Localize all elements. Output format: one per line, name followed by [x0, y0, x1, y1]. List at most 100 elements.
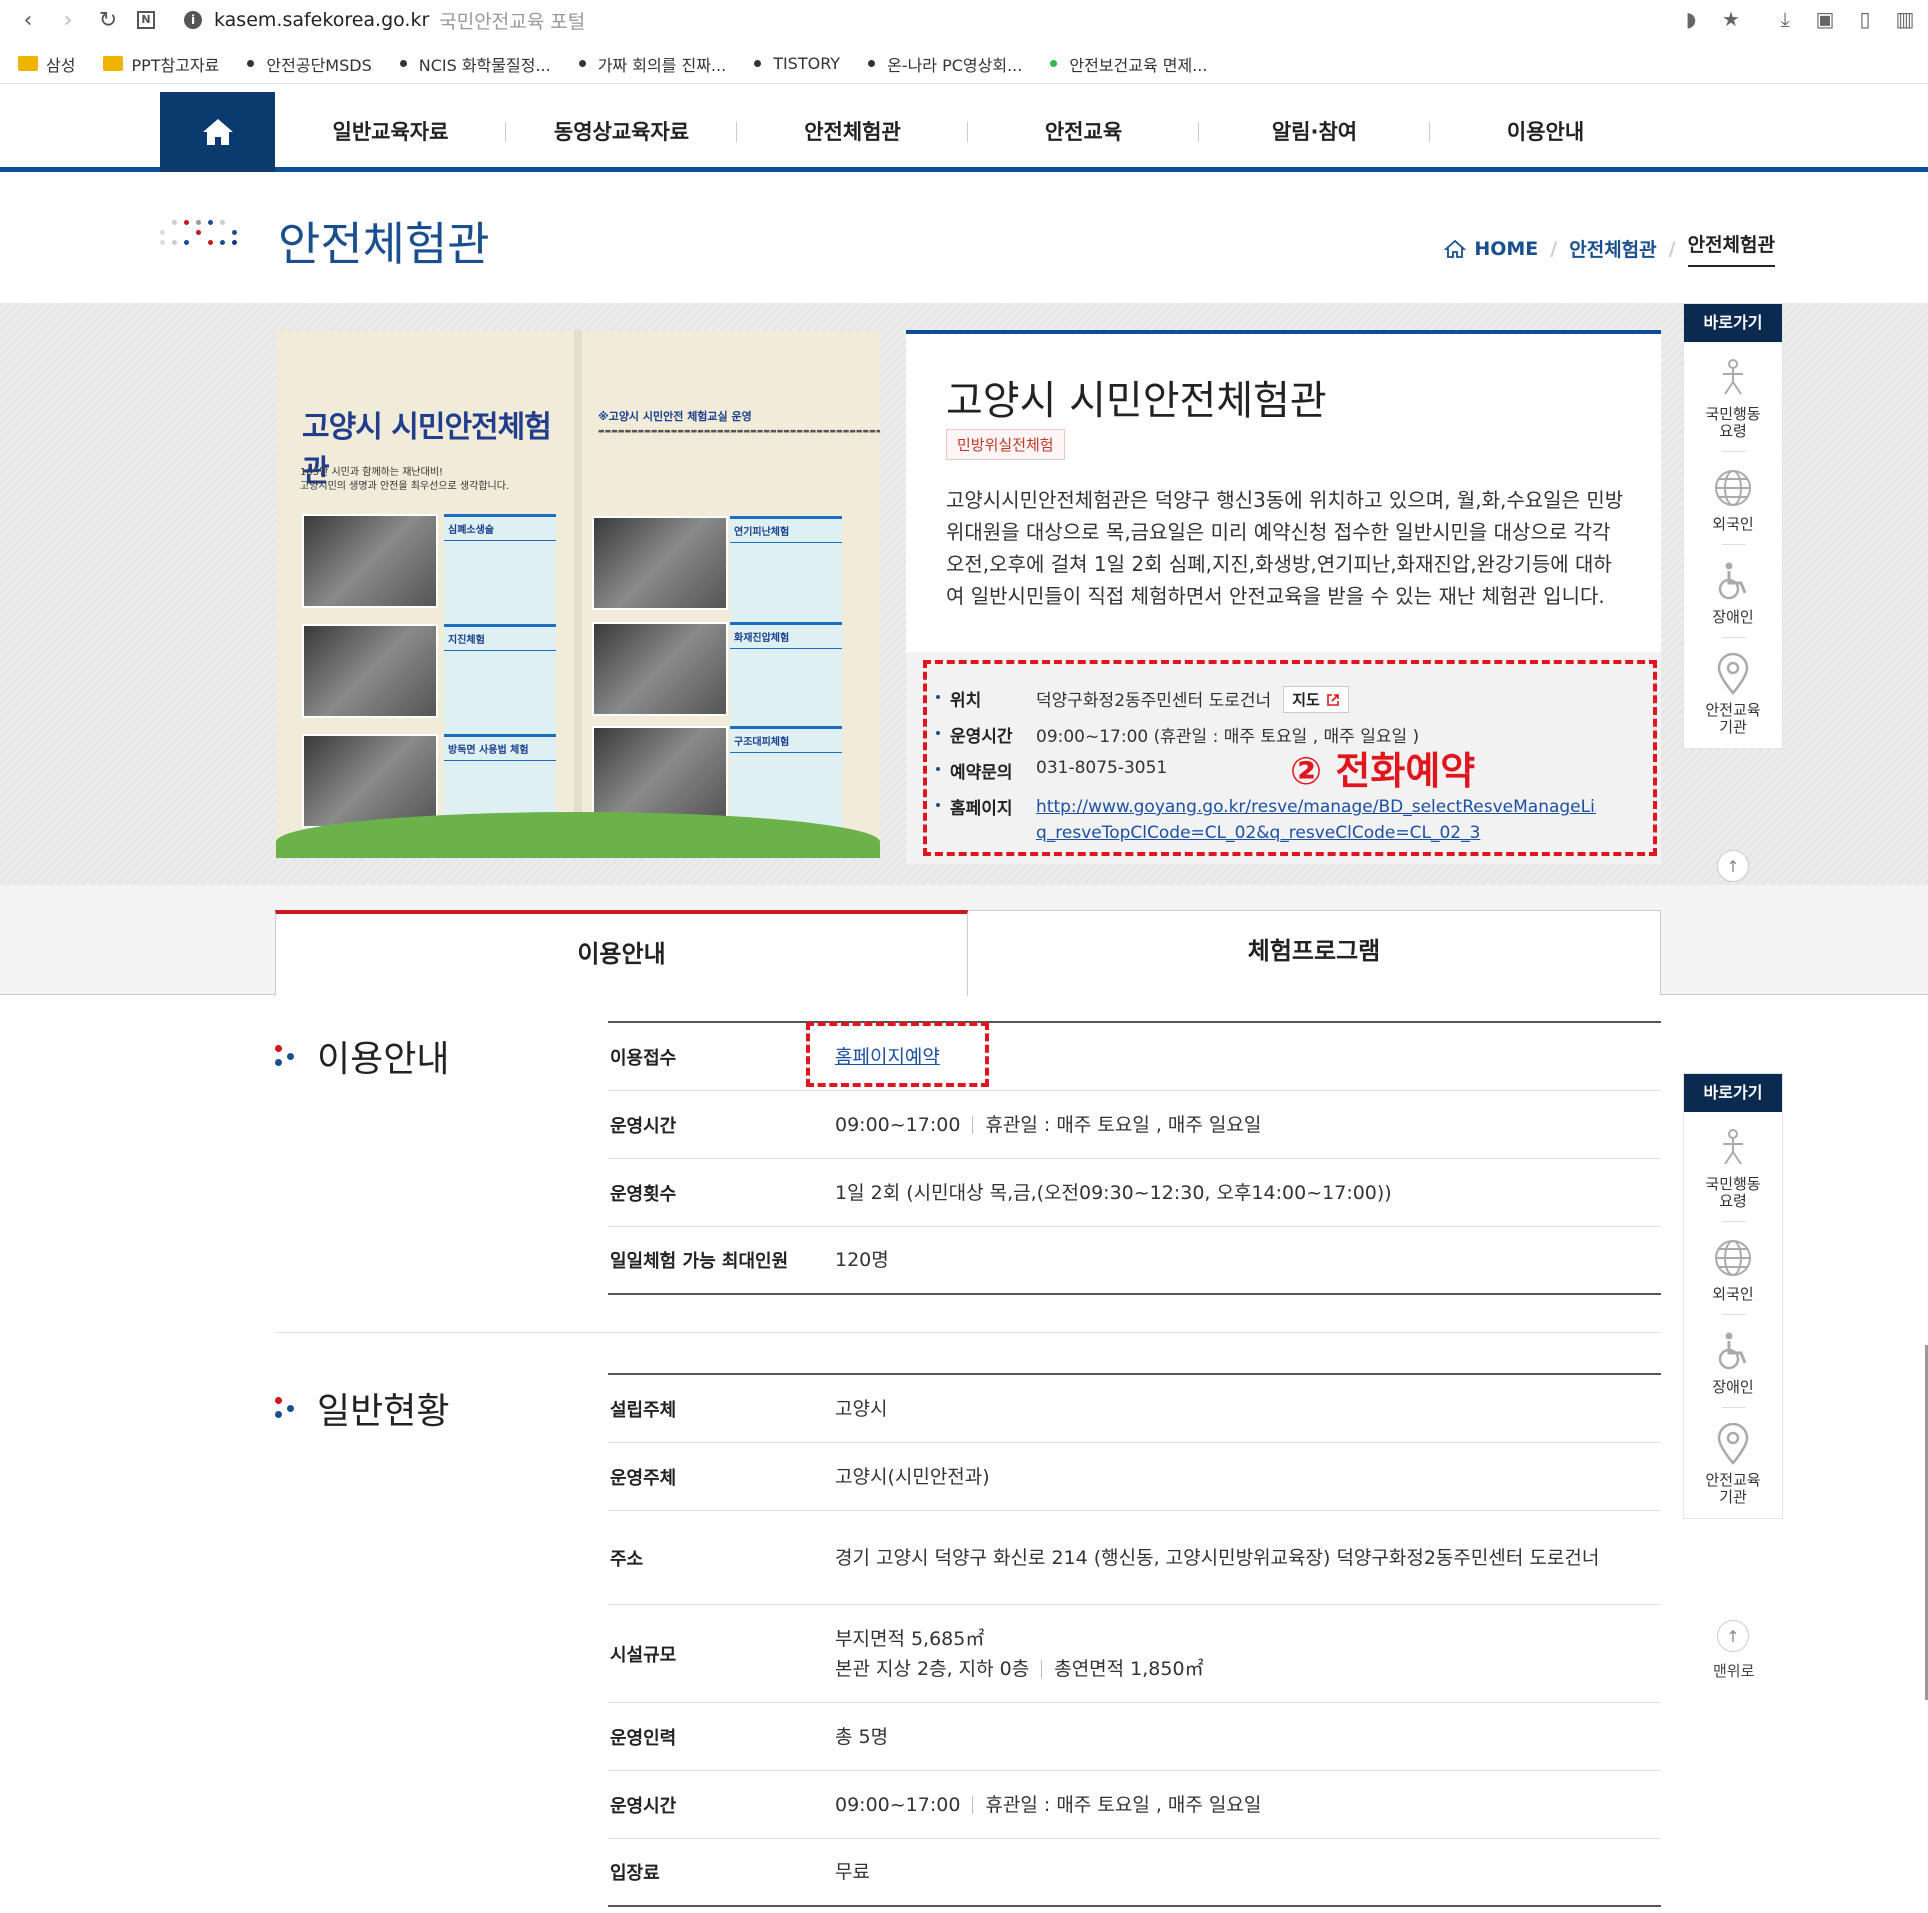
- bookmark-item[interactable]: 안전보건교육 면제...: [1050, 52, 1207, 76]
- naver-icon[interactable]: N: [128, 2, 164, 38]
- row-key: 주소: [610, 1548, 644, 1570]
- quick-item-foreigner[interactable]: 외국인: [1684, 452, 1782, 545]
- quick-links-header: 바로가기: [1684, 304, 1782, 342]
- bookmark-item[interactable]: TISTORY: [754, 54, 840, 73]
- annotation-phone-reservation: ② 전화예약: [1290, 749, 1476, 793]
- arrow-up-icon: ↑: [1717, 1620, 1749, 1652]
- gnb-item-safety-education[interactable]: 안전교육: [968, 92, 1199, 172]
- wheelchair-icon: [1711, 559, 1755, 603]
- tab-page-title: 국민안전교육 포털: [439, 10, 586, 33]
- download-icon[interactable]: ⤓: [1772, 6, 1798, 32]
- row-value: 09:00~17:00: [835, 1113, 961, 1136]
- forward-icon[interactable]: ›: [50, 2, 86, 38]
- row-value: 부지면적 5,685㎡: [835, 1627, 985, 1650]
- wheelchair-icon: [1711, 1329, 1755, 1373]
- row-value: 휴관일 : 매주 토요일 , 매주 일요일: [985, 1113, 1262, 1136]
- row-value: 총연면적 1,850㎡: [1054, 1657, 1204, 1680]
- row-value: 120명: [835, 1249, 889, 1271]
- bookmark-item[interactable]: 온-나라 PC영상회...: [868, 52, 1022, 76]
- quick-item-civil-action[interactable]: 국민행동 요령: [1684, 1112, 1782, 1222]
- folder-icon: [18, 56, 38, 71]
- bookmark-dot-icon: [868, 60, 876, 67]
- scroll-top-button[interactable]: ↑ 맨위로: [1713, 1620, 1754, 1681]
- info-icon[interactable]: i: [184, 11, 202, 29]
- highlight-box-reservation: [806, 1022, 989, 1087]
- quick-item-label: 장애인: [1712, 608, 1754, 626]
- back-icon[interactable]: ‹: [10, 2, 46, 38]
- table-row: 운영횟수 1일 2회 (시민대상 목,금,(오전09:30~12:30, 오후1…: [608, 1159, 1661, 1227]
- quick-item-disabled[interactable]: 장애인: [1684, 1315, 1782, 1408]
- bookmark-item[interactable]: NCIS 화학물질정...: [399, 52, 551, 76]
- facility-description: 고양시시민안전체험관은 덕양구 행신3동에 위치하고 있으며, 월,화,수요일은…: [946, 488, 1624, 608]
- bookmark-label: 삼성: [46, 55, 76, 75]
- tab-experience-program[interactable]: 체험프로그램: [968, 910, 1661, 995]
- gnb-item-video-materials[interactable]: 동영상교육자료: [506, 92, 737, 172]
- bookmark-item[interactable]: 삼성: [18, 52, 75, 76]
- brochure-body-text: ▬▬▬▬▬▬▬▬▬▬▬▬▬▬▬▬▬▬▬▬▬▬▬▬▬▬▬▬▬▬▬▬▬▬▬▬▬▬▬▬…: [598, 427, 880, 435]
- quick-item-foreigner[interactable]: 외국인: [1684, 1222, 1782, 1315]
- gnb-item-guide[interactable]: 이용안내: [1430, 92, 1661, 172]
- usage-table: 이용접수 홈페이지예약 운영시간 09:00~17:00 휴관일 : 매주 토요일…: [608, 1021, 1661, 1295]
- bookmark-item[interactable]: 안전공단MSDS: [247, 52, 372, 76]
- breadcrumb: HOME / 안전체험관 / 안전체험관: [1444, 230, 1775, 267]
- brochure-item: 심폐소생술: [444, 517, 556, 541]
- table-row: 운영인력 총 5명: [608, 1703, 1661, 1771]
- bookmark-label: TISTORY: [773, 54, 841, 73]
- row-value: 휴관일 : 매주 토요일 , 매주 일요일: [985, 1793, 1262, 1816]
- location-pin-icon: [1711, 1422, 1755, 1466]
- table-row: 일일체험 가능 최대인원 120명: [608, 1227, 1661, 1295]
- row-key: 입장료: [610, 1863, 660, 1884]
- home-icon: [202, 119, 233, 145]
- bookmark-dot-icon: [247, 60, 255, 67]
- person-icon: [1711, 356, 1755, 400]
- row-key: 운영횟수: [610, 1183, 677, 1205]
- bookmarks-bar: 삼성 PPT참고자료 안전공단MSDS NCIS 화학물질정... 가짜 회의를 진짜.…: [0, 44, 1928, 84]
- bookmark-dot-icon: [399, 60, 407, 67]
- row-value: 1일 2회 (시민대상 목,금,(오전09:30~12:30, 오후14:00~…: [835, 1181, 1392, 1204]
- reader-icon[interactable]: ▯: [1852, 6, 1878, 32]
- camera-icon[interactable]: ▣: [1812, 6, 1838, 32]
- bookmark-label: 안전보건교육 면제...: [1069, 55, 1208, 75]
- title-decoration: [160, 220, 244, 260]
- bookmark-item[interactable]: 가짜 회의를 진짜...: [578, 52, 727, 76]
- table-row: 이용접수 홈페이지예약: [608, 1023, 1661, 1091]
- bookmark-item[interactable]: PPT참고자료: [103, 52, 219, 76]
- quick-item-education-institute[interactable]: 안전교육 기관: [1684, 638, 1782, 748]
- bookmark-label: PPT참고자료: [131, 55, 220, 75]
- tab-usage-guide[interactable]: 이용안내: [275, 910, 968, 996]
- section-divider: [275, 1332, 1661, 1333]
- address-bar[interactable]: i kasem.safekorea.go.kr 국민안전교육 포털: [184, 5, 585, 35]
- row-key: 시설규모: [610, 1644, 677, 1666]
- quick-item-education-institute[interactable]: 안전교육 기관: [1684, 1408, 1782, 1518]
- row-key: 운영시간: [610, 1795, 677, 1817]
- shield-icon[interactable]: ◗: [1678, 6, 1704, 32]
- browser-toolbar: ‹ › ↻ N i kasem.safekorea.go.kr 국민안전교육 포…: [0, 0, 1928, 40]
- sidebar-icon[interactable]: ▥: [1892, 6, 1918, 32]
- brochure-item: 연기피난체험: [730, 519, 842, 543]
- bookmark-label: 가짜 회의를 진짜...: [597, 55, 727, 75]
- quick-item-civil-action[interactable]: 국민행동 요령: [1684, 342, 1782, 452]
- quick-item-label: 외국인: [1712, 1285, 1754, 1303]
- table-row: 운영시간 09:00~17:00 휴관일 : 매주 토요일 , 매주 일요일: [608, 1091, 1661, 1159]
- section-title: 이용안내: [317, 1039, 450, 1080]
- section-heading-usage: 이용안내: [275, 1030, 449, 1082]
- reload-icon[interactable]: ↻: [90, 2, 126, 38]
- home-button[interactable]: [160, 92, 275, 172]
- gnb-item-notice[interactable]: 알림·참여: [1199, 92, 1430, 172]
- quick-item-label: 외국인: [1712, 515, 1754, 533]
- gnb-item-general-materials[interactable]: 일반교육자료: [275, 92, 506, 172]
- brochure-item: 지진체험: [444, 627, 556, 651]
- bookmark-label: 안전공단MSDS: [266, 55, 372, 75]
- status-table: 설립주체 고양시 운영주체 고양시(시민안전과) 주소 경기 고양시 덕양구 화…: [608, 1373, 1661, 1907]
- row-value: 고양시(시민안전과): [835, 1465, 990, 1488]
- gnb-item-safety-experience[interactable]: 안전체험관: [737, 92, 968, 172]
- table-row: 주소 경기 고양시 덕양구 화신로 214 (행신동, 고양시민방위교육장) 덕…: [608, 1511, 1661, 1605]
- star-icon[interactable]: ★: [1718, 6, 1744, 32]
- breadcrumb-level1[interactable]: 안전체험관: [1569, 235, 1656, 262]
- breadcrumb-current[interactable]: 안전체험관: [1687, 230, 1775, 267]
- bookmark-dot-icon: [578, 60, 586, 67]
- breadcrumb-home[interactable]: HOME: [1444, 238, 1538, 260]
- brochure-item: 방독면 사용법 체험: [444, 737, 556, 761]
- breadcrumb-separator: /: [1668, 237, 1676, 260]
- quick-item-disabled[interactable]: 장애인: [1684, 545, 1782, 638]
